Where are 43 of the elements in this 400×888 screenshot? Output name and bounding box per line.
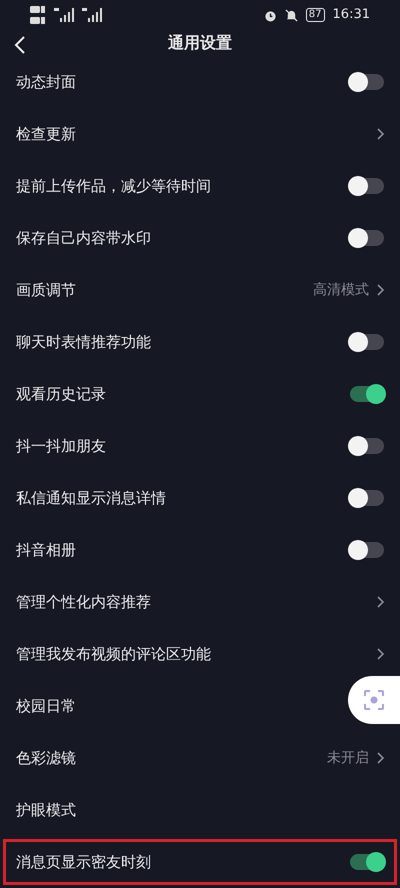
sim-icon	[30, 4, 46, 26]
toggle-switch[interactable]	[350, 542, 384, 558]
clock-time: 16:31	[332, 6, 370, 24]
toggle-switch[interactable]	[350, 490, 384, 506]
scan-icon	[363, 689, 385, 711]
toggle-switch[interactable]	[350, 74, 384, 90]
setting-label: 抖一抖加朋友	[16, 436, 106, 457]
setting-label: 观看历史记录	[16, 384, 106, 405]
toggle-switch[interactable]	[350, 854, 384, 870]
setting-label: 护眼模式	[16, 800, 76, 821]
back-icon	[14, 34, 26, 55]
chevron-icon[interactable]	[377, 648, 384, 660]
setting-label: 抖音相册	[16, 540, 76, 561]
setting-value: 未开启	[327, 748, 369, 768]
setting-label: 消息页显示密友时刻	[16, 852, 151, 873]
signal-icon	[82, 8, 102, 22]
mute-bell-icon	[284, 8, 298, 22]
setting-label: 管理个性化内容推荐	[16, 592, 151, 613]
signal-icon	[54, 8, 74, 22]
battery-indicator: 87	[306, 8, 325, 22]
setting-label: 私信通知显示消息详情	[16, 488, 166, 509]
chevron-icon[interactable]	[377, 128, 384, 140]
setting-label: 画质调节	[16, 280, 76, 301]
toggle-switch[interactable]	[350, 334, 384, 350]
setting-label: 检查更新	[16, 124, 76, 145]
toggle-switch[interactable]	[350, 178, 384, 194]
alarm-icon	[264, 8, 277, 22]
chevron-icon[interactable]	[377, 596, 384, 608]
chevron-icon[interactable]	[377, 284, 384, 296]
setting-label: 管理我发布视频的评论区功能	[16, 644, 211, 665]
setting-label: 提前上传作品，减少等待时间	[16, 176, 211, 197]
setting-label: 保存自己内容带水印	[16, 228, 151, 249]
toggle-switch[interactable]	[350, 438, 384, 454]
scan-button[interactable]	[348, 676, 400, 724]
toggle-switch[interactable]	[350, 230, 384, 246]
toggle-switch[interactable]	[350, 386, 384, 402]
setting-label: 校园日常	[16, 696, 76, 717]
chevron-icon[interactable]	[377, 752, 384, 764]
page-title: 通用设置	[168, 32, 232, 54]
setting-value: 高清模式	[313, 280, 369, 300]
setting-label: 动态封面	[16, 72, 76, 93]
setting-label: 聊天时表情推荐功能	[16, 332, 151, 353]
setting-label: 色彩滤镜	[16, 748, 76, 769]
